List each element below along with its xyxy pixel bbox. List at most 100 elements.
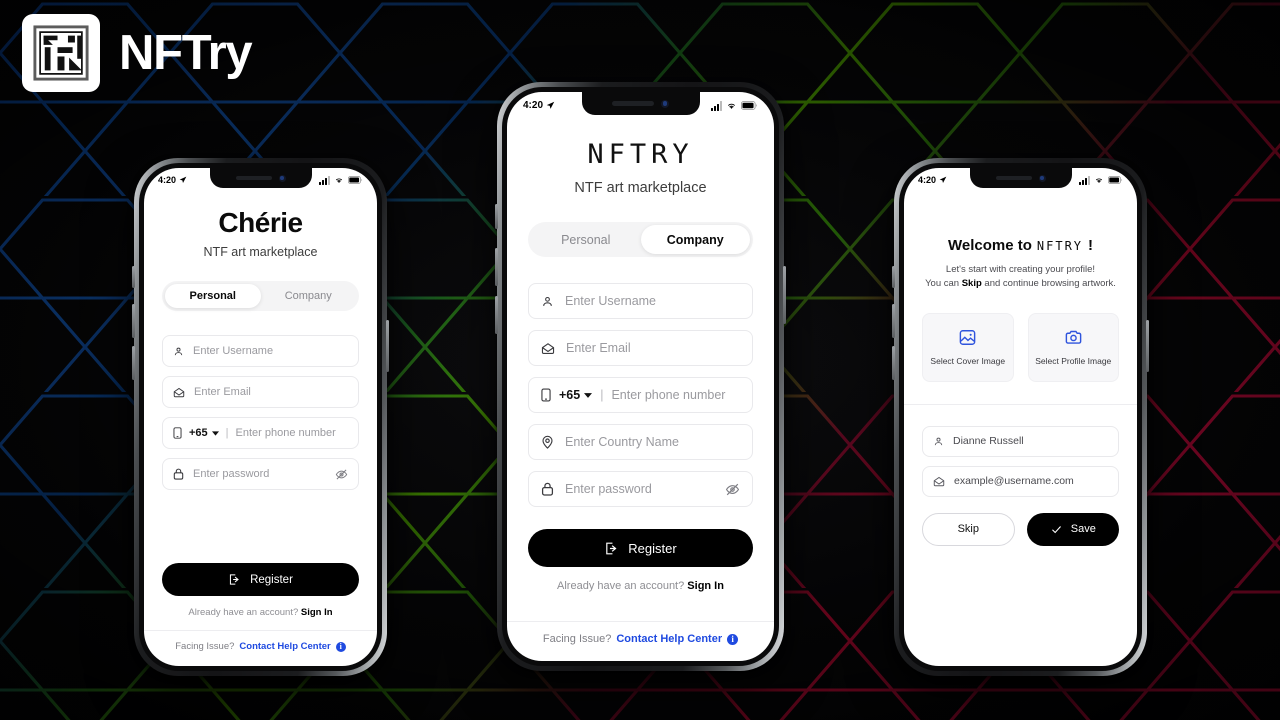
phone-center-content: NFTRY NTF art marketplace Personal Compa… [507, 111, 774, 621]
tab-company[interactable]: Company [640, 225, 750, 254]
email-placeholder: Enter Email [194, 386, 251, 398]
welcome-line-2: You can Skip and continue browsing artwo… [922, 277, 1119, 291]
cellular-bars-icon [1079, 175, 1090, 185]
email-field[interactable]: Enter Email [162, 376, 359, 408]
contact-help-center-link[interactable]: Contact Help Center [239, 641, 330, 652]
account-type-tabs[interactable]: Personal Company [162, 281, 359, 311]
battery-icon [348, 176, 362, 184]
user-icon [541, 295, 554, 308]
volume-up-button[interactable] [132, 304, 135, 338]
username-field[interactable]: Enter Username [162, 335, 359, 367]
register-button-label: Register [250, 573, 293, 586]
tab-company[interactable]: Company [261, 284, 357, 308]
phone-field[interactable]: +65 | Enter phone number [162, 417, 359, 449]
welcome-line-2-after: and continue browsing artwork. [981, 277, 1116, 289]
status-indicators [319, 175, 363, 185]
power-button[interactable] [783, 266, 786, 324]
mute-switch[interactable] [132, 266, 135, 288]
select-profile-image-card[interactable]: Select Profile Image [1027, 312, 1119, 382]
status-time: 4:20 [158, 175, 187, 185]
password-field[interactable]: Enter password [162, 458, 359, 490]
power-button[interactable] [1146, 320, 1149, 372]
profile-email-value: example@username.com [954, 475, 1074, 488]
login-arrow-icon [230, 574, 239, 585]
help-footer: Facing Issue? Contact Help Center i [507, 622, 774, 661]
tab-personal[interactable]: Personal [165, 284, 261, 308]
password-placeholder: Enter password [565, 482, 652, 496]
volume-down-button[interactable] [495, 296, 498, 334]
cellular-bars-icon [711, 100, 722, 111]
select-cover-image-card[interactable]: Select Cover Image [922, 312, 1014, 382]
password-placeholder: Enter password [193, 468, 270, 480]
status-bar: 4:20 [904, 168, 1137, 185]
eye-off-icon[interactable] [725, 482, 740, 497]
signin-prompt[interactable]: Already have an account? Sign In [528, 580, 753, 592]
phone-icon [173, 427, 182, 439]
mute-switch[interactable] [495, 204, 498, 229]
profile-actions: Skip Save [922, 512, 1119, 546]
info-icon[interactable]: i [335, 641, 346, 652]
image-picker-row: Select Cover Image Select Profile Image [922, 312, 1119, 382]
phone-left-screen: 4:20 Chérie NTF art marketplace Personal… [144, 168, 377, 666]
status-indicators [1079, 175, 1123, 185]
power-button[interactable] [386, 320, 389, 372]
welcome-line-1: Let's start with creating your profile! [945, 264, 1096, 275]
account-type-tabs[interactable]: Personal Company [528, 222, 753, 257]
volume-down-button[interactable] [132, 346, 135, 380]
chevron-down-icon [584, 392, 593, 398]
welcome-brand: NFTRY [1036, 239, 1084, 253]
country-code-select[interactable]: +65 [559, 388, 593, 402]
battery-icon [1108, 176, 1122, 184]
country-code-value: +65 [189, 427, 208, 439]
eye-off-icon[interactable] [335, 468, 348, 481]
phone-placeholder: Enter phone number [611, 388, 726, 402]
signin-prompt[interactable]: Already have an account? Sign In [162, 607, 359, 618]
skip-button[interactable]: Skip [922, 512, 1015, 546]
info-icon[interactable]: i [727, 633, 739, 645]
password-field[interactable]: Enter password [528, 471, 753, 507]
signin-link[interactable]: Sign In [687, 580, 724, 592]
user-icon [933, 436, 944, 447]
phone-right-content: Welcome to NFTRY ! Let's start with crea… [904, 185, 1137, 666]
profile-name-field[interactable]: Dianne Russell [922, 425, 1119, 457]
status-bar: 4:20 [507, 92, 774, 111]
profile-email-field[interactable]: example@username.com [922, 465, 1119, 497]
field-divider: | [225, 427, 229, 439]
email-field[interactable]: Enter Email [528, 330, 753, 366]
profile-name-value: Dianne Russell [953, 435, 1024, 448]
signin-link[interactable]: Sign In [301, 607, 333, 618]
brand-lockup: NFTry [22, 14, 253, 92]
welcome-prefix: Welcome to [947, 237, 1032, 254]
volume-up-button[interactable] [892, 304, 895, 338]
tab-personal[interactable]: Personal [531, 225, 641, 254]
wifi-icon [728, 103, 735, 109]
location-arrow-icon [939, 176, 947, 183]
country-field[interactable]: Enter Country Name [528, 424, 753, 460]
country-code-select[interactable]: +65 [189, 427, 219, 439]
phone-field[interactable]: +65 | Enter phone number [528, 377, 753, 413]
register-button-label: Register [628, 540, 677, 556]
lock-icon [173, 468, 184, 480]
save-button[interactable]: Save [1026, 512, 1119, 546]
register-button[interactable]: Register [528, 529, 753, 567]
lock-icon [541, 482, 554, 496]
register-button[interactable]: Register [162, 563, 359, 596]
username-field[interactable]: Enter Username [528, 283, 753, 319]
check-icon [1051, 525, 1061, 533]
contact-help-center-link[interactable]: Contact Help Center [616, 633, 722, 645]
phone-icon [541, 388, 551, 402]
skip-inline-emphasis: Skip [961, 277, 982, 289]
welcome-subtext: Let's start with creating your profile! … [922, 263, 1119, 291]
user-icon [173, 346, 184, 357]
envelope-icon [541, 342, 555, 355]
save-button-label: Save [1070, 523, 1096, 536]
volume-up-button[interactable] [495, 248, 498, 286]
app-title: Chérie [218, 207, 303, 238]
image-icon [958, 328, 977, 347]
mute-switch[interactable] [892, 266, 895, 288]
volume-down-button[interactable] [892, 346, 895, 380]
wifi-icon [1095, 178, 1103, 183]
help-footer: Facing Issue? Contact Help Center i [144, 631, 377, 666]
email-placeholder: Enter Email [566, 341, 631, 355]
help-prompt: Facing Issue? [542, 633, 612, 645]
